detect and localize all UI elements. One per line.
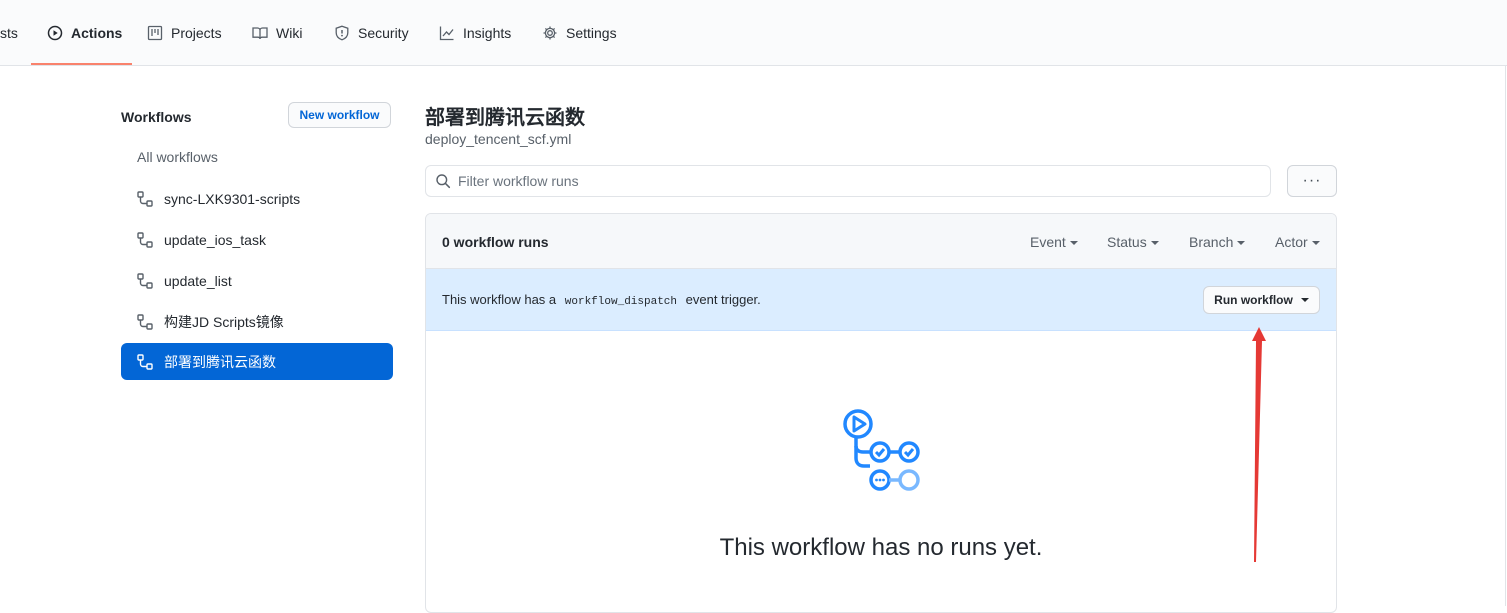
- gear-icon: [543, 26, 557, 39]
- new-workflow-button[interactable]: New workflow: [288, 102, 391, 128]
- tab-wiki[interactable]: Wiki: [252, 0, 302, 65]
- caret-down-icon: [1150, 241, 1159, 246]
- sidebar-item-update-list[interactable]: update_list: [121, 262, 393, 299]
- actor-filter-dropdown[interactable]: Actor: [1275, 234, 1320, 250]
- book-icon: [252, 26, 268, 39]
- sidebar-item-label: update_list: [164, 272, 232, 289]
- sidebar-item-update-ios-task[interactable]: update_ios_task: [121, 221, 393, 258]
- sidebar-item-sync-scripts[interactable]: sync-LXK9301-scripts: [121, 180, 393, 217]
- run-workflow-label: Run workflow: [1214, 293, 1293, 307]
- workflow-icon: [137, 313, 153, 330]
- filter-label: Actor: [1275, 234, 1308, 250]
- tab-label: sts: [0, 24, 18, 41]
- workflow-icon: [137, 353, 153, 370]
- dispatch-text-before: This workflow has a: [442, 292, 557, 307]
- filter-workflow-runs: [425, 165, 1271, 197]
- filter-label: Branch: [1189, 234, 1234, 250]
- workflow-runs-box: 0 workflow runs Event Status Branch Acto…: [425, 213, 1337, 613]
- project-icon: [147, 25, 163, 40]
- sidebar-item-label: 部署到腾讯云函数: [164, 353, 276, 370]
- tab-label: Wiki: [276, 24, 303, 41]
- tab-projects[interactable]: Projects: [147, 0, 222, 65]
- sidebar-item-deploy-tencent-scf[interactable]: 部署到腾讯云函数: [121, 343, 393, 380]
- filter-label: Event: [1030, 234, 1066, 250]
- tab-pull-requests[interactable]: sts: [0, 0, 18, 65]
- active-tab-indicator: [31, 63, 132, 65]
- caret-down-icon: [1311, 241, 1320, 246]
- more-options-button[interactable]: ···: [1287, 165, 1337, 197]
- tab-settings[interactable]: Settings: [542, 0, 617, 65]
- dispatch-banner: This workflow has a workflow_dispatch ev…: [426, 269, 1336, 331]
- workflow-illustration-icon: [843, 409, 920, 491]
- play-icon: [47, 25, 63, 40]
- runs-header: 0 workflow runs Event Status Branch Acto…: [426, 214, 1336, 269]
- tab-label: Security: [358, 24, 409, 41]
- workflows-heading: Workflows: [121, 109, 192, 125]
- shield-icon: [335, 25, 349, 40]
- dispatch-message: This workflow has a workflow_dispatch ev…: [442, 292, 761, 308]
- filter-label: Status: [1107, 234, 1147, 250]
- repo-nav: sts Actions Projects Wiki Security Insig…: [0, 0, 1507, 66]
- workflow-icon: [137, 272, 153, 289]
- filter-input[interactable]: [458, 173, 1238, 189]
- sidebar-item-label: update_ios_task: [164, 231, 266, 248]
- page-title: 部署到腾讯云函数: [425, 107, 585, 129]
- dispatch-event-code: workflow_dispatch: [564, 296, 677, 308]
- page-edge-divider: [1505, 65, 1506, 606]
- tab-label: Insights: [463, 24, 512, 41]
- event-filter-dropdown[interactable]: Event: [1030, 234, 1078, 250]
- caret-down-icon: [1300, 298, 1309, 302]
- caret-down-icon: [1237, 241, 1246, 246]
- tab-security[interactable]: Security: [334, 0, 409, 65]
- tab-label: Projects: [171, 24, 222, 41]
- tab-label: Actions: [71, 24, 123, 41]
- sidebar-item-build-jd-scripts-image[interactable]: 构建JD Scripts镜像: [121, 303, 393, 340]
- sidebar-item-label: 构建JD Scripts镜像: [164, 313, 284, 330]
- search-icon: [436, 174, 451, 189]
- tab-actions[interactable]: Actions: [47, 0, 122, 65]
- dispatch-text-after: event trigger.: [685, 292, 761, 307]
- tab-label: Settings: [566, 24, 617, 41]
- workflow-icon: [137, 190, 153, 207]
- sidebar-item-label: sync-LXK9301-scripts: [164, 190, 301, 207]
- run-workflow-button[interactable]: Run workflow: [1203, 286, 1320, 314]
- runs-count: 0 workflow runs: [442, 234, 549, 250]
- caret-down-icon: [1069, 241, 1078, 246]
- empty-state-message: This workflow has no runs yet.: [719, 534, 1043, 561]
- status-filter-dropdown[interactable]: Status: [1107, 234, 1159, 250]
- workflow-icon: [137, 231, 153, 248]
- all-workflows-link[interactable]: All workflows: [137, 149, 218, 165]
- workflow-filename-link[interactable]: deploy_tencent_scf.yml: [425, 131, 571, 147]
- branch-filter-dropdown[interactable]: Branch: [1189, 234, 1246, 250]
- tab-insights[interactable]: Insights: [439, 0, 511, 65]
- graph-icon: [439, 26, 454, 40]
